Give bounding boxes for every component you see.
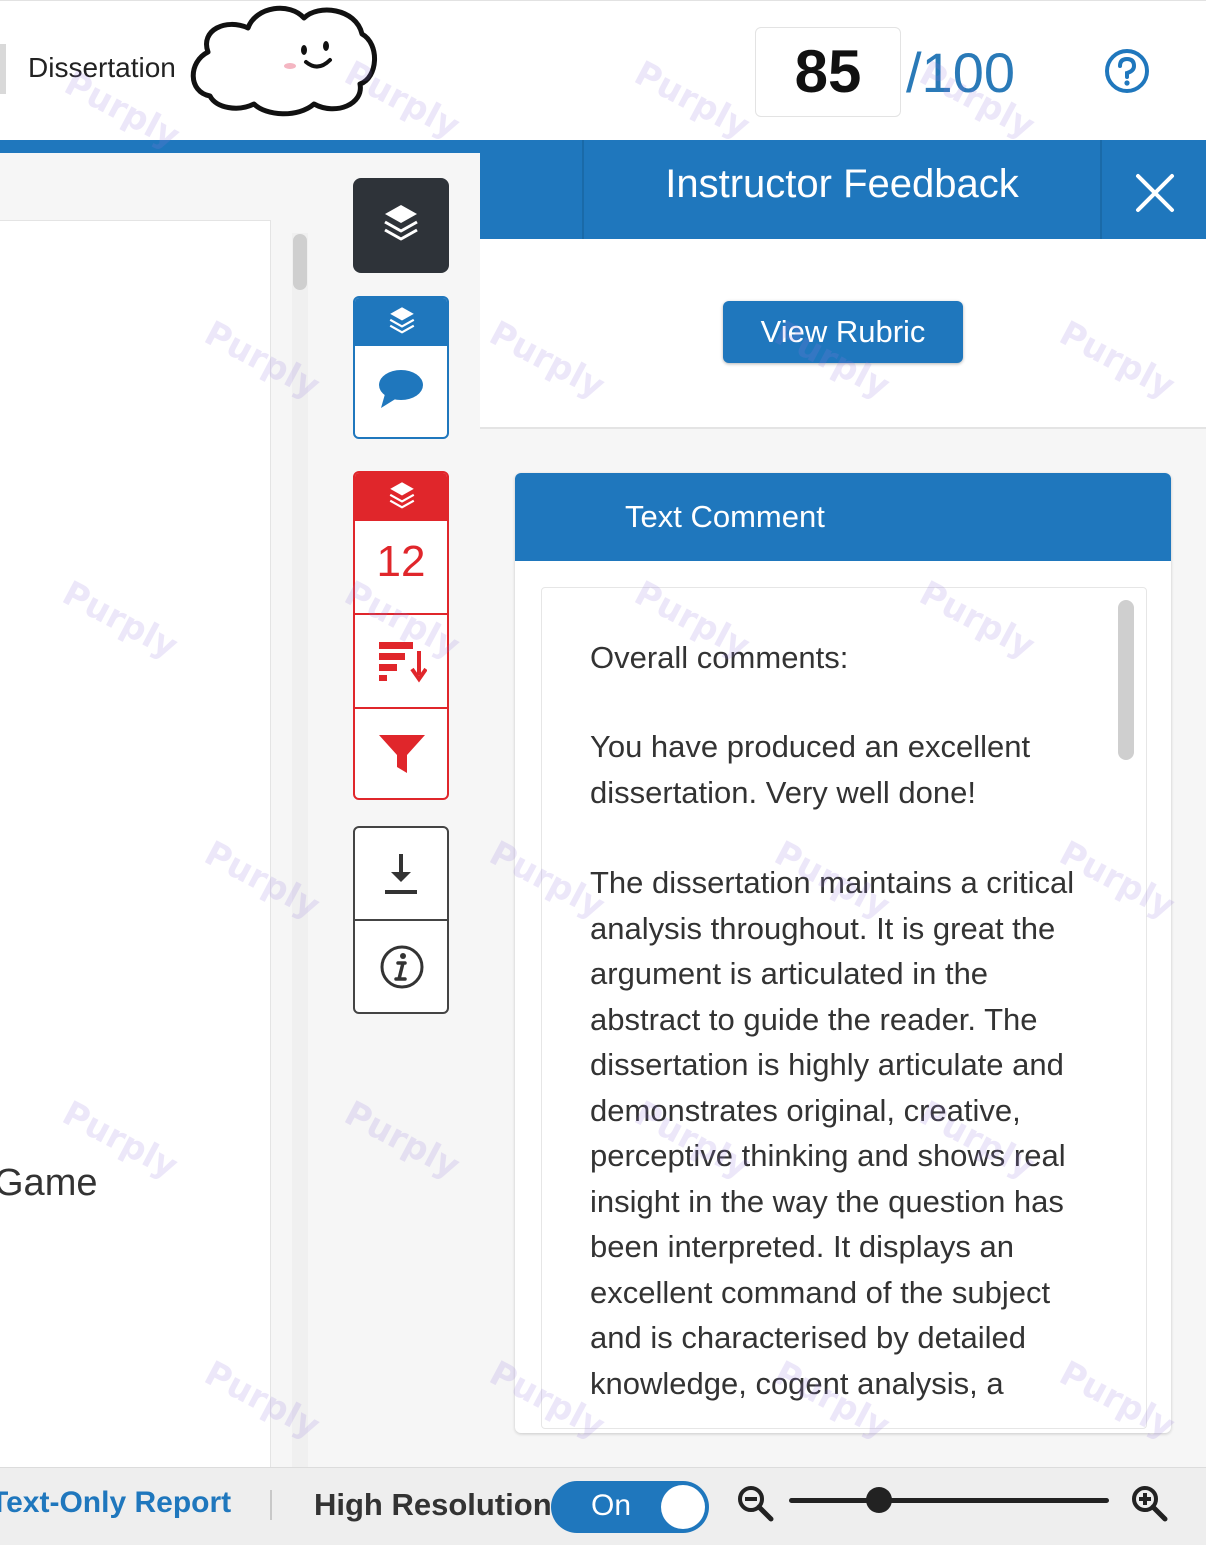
comments-layer-group [353, 296, 449, 439]
layers-icon [389, 307, 415, 334]
info-icon[interactable] [379, 944, 425, 990]
view-rubric-button[interactable]: View Rubric [723, 301, 963, 363]
document-scroll-thumb[interactable] [293, 234, 307, 290]
similarity-layer-header[interactable] [355, 473, 447, 521]
comment-scroll-thumb[interactable] [1118, 600, 1134, 760]
document-page [0, 220, 271, 1468]
zoom-slider-handle[interactable] [865, 1487, 892, 1513]
document-title: Dissertation [28, 52, 176, 83]
divider [355, 707, 447, 709]
download-icon[interactable] [381, 850, 421, 898]
layers-button[interactable] [353, 178, 449, 273]
divider [355, 613, 447, 615]
similarity-layer-group: 12 [353, 471, 449, 800]
layers-icon [389, 482, 415, 509]
score-max: /100 [906, 41, 1015, 104]
help-icon[interactable] [1104, 48, 1150, 94]
toggle-state-label: On [591, 1489, 632, 1522]
comments-layer-header[interactable] [355, 298, 447, 346]
comment-paragraph: The dissertation maintains a critical an… [590, 865, 1075, 1401]
text-comment-title: Text Comment [625, 499, 825, 534]
text-comment-header: Text Comment [515, 473, 1171, 561]
divider [355, 919, 447, 921]
score-value[interactable]: 85 [755, 27, 901, 117]
sort-descending-icon[interactable] [377, 639, 427, 683]
text-only-report-link[interactable]: Text-Only Report [0, 1486, 231, 1520]
high-resolution-label: High Resolution [314, 1487, 552, 1522]
zoom-slider-track[interactable] [789, 1498, 1109, 1503]
overall-comments-heading: Overall comments: [590, 640, 849, 675]
layers-icon [384, 205, 418, 241]
toggle-knob[interactable] [661, 1485, 705, 1529]
document-scrollbar[interactable] [292, 233, 308, 1467]
top-bar [0, 0, 1206, 141]
zoom-in-icon[interactable] [1130, 1484, 1168, 1522]
filter-icon[interactable] [377, 731, 427, 775]
document-text-fragment: Game [0, 1162, 98, 1204]
close-icon[interactable] [1134, 172, 1176, 214]
comment-paragraph: You have produced an excellent dissertat… [590, 729, 1031, 810]
left-edge-tab [0, 44, 6, 94]
feedback-title: Instructor Feedback [665, 162, 1019, 206]
comment-bubble-icon[interactable] [377, 368, 425, 410]
zoom-out-icon[interactable] [736, 1484, 774, 1522]
similarity-count[interactable]: 12 [355, 537, 447, 587]
utility-tool-group [353, 826, 449, 1014]
divider [270, 1490, 272, 1520]
cloud-doodle-sticker [190, 5, 377, 117]
